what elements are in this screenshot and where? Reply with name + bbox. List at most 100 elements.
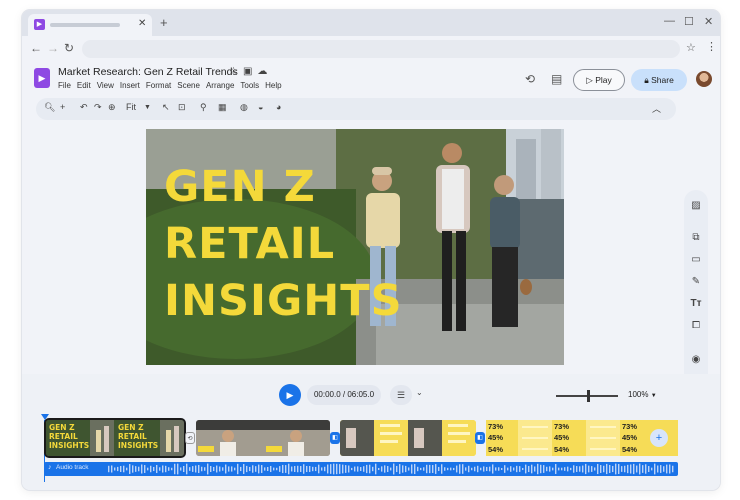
- stat-value-3: 54%: [554, 445, 570, 454]
- menu-bar: File Edit View Insert Format Scene Arrange Tool…: [58, 81, 288, 90]
- transition-icon[interactable]: ⟲: [185, 432, 195, 444]
- shapes-icon[interactable]: ⧠: [690, 320, 702, 331]
- add-icon[interactable]: +: [60, 102, 65, 112]
- tab-title-placeholder: [50, 23, 120, 27]
- folder-icon[interactable]: ▭: [690, 254, 702, 265]
- stat-bar: [590, 426, 616, 428]
- zoom-dropdown-icon: ▼: [650, 393, 657, 399]
- clip-title-line: RETAIL: [49, 432, 78, 441]
- app-header: ▶ Market Research: Gen Z Retail Trends ☆…: [22, 62, 720, 96]
- zoom-select[interactable]: Fit: [126, 102, 136, 112]
- insert-image-icon[interactable]: ▨: [690, 200, 702, 211]
- stat-value-1: 73%: [488, 422, 504, 431]
- cloud-status-icon[interactable]: ☁: [257, 66, 272, 77]
- stat-value-1: 73%: [554, 422, 570, 431]
- scene-clip-3[interactable]: [340, 420, 476, 456]
- play-button[interactable]: ▷ Play: [573, 69, 625, 91]
- scene-clip-1[interactable]: GEN Z RETAIL INSIGHTS GEN Z RETAIL INSIG…: [44, 418, 186, 458]
- menu-insert[interactable]: Insert: [120, 81, 140, 90]
- slide-title-line-3: INSIGHTS: [164, 276, 403, 326]
- reload-icon[interactable]: ↻: [64, 41, 74, 55]
- timecode-display: 00:00.0 / 06:05.0: [307, 385, 381, 405]
- zoom-icon[interactable]: ⊕: [108, 102, 116, 113]
- title-actions: ☆▣☁: [229, 66, 272, 77]
- paint-format-icon[interactable]: ⚲: [200, 102, 207, 113]
- stat-bar: [590, 437, 616, 439]
- fill-color-icon[interactable]: ◍: [240, 102, 248, 113]
- zoom-percent: 100%: [628, 390, 649, 399]
- document-title[interactable]: Market Research: Gen Z Retail Trends: [58, 66, 238, 78]
- stat-value-3: 54%: [488, 445, 504, 454]
- forward-icon[interactable]: →: [47, 41, 59, 55]
- record-icon[interactable]: ◉: [690, 354, 702, 365]
- editor-canvas: GEN Z RETAIL INSIGHTS: [22, 122, 720, 374]
- slide-title-line-1: GEN Z: [164, 162, 316, 212]
- border-color-icon[interactable]: ◒: [258, 102, 263, 112]
- script-icon[interactable]: ✎: [690, 276, 702, 287]
- minimize-icon[interactable]: —: [664, 15, 675, 27]
- share-button[interactable]: 🔒︎ Share: [631, 69, 687, 91]
- transition-icon[interactable]: ◧: [330, 432, 340, 444]
- clip-title-a: GEN Z RETAIL INSIGHTS: [49, 423, 89, 450]
- share-label: Share: [651, 75, 674, 85]
- menu-help[interactable]: Help: [265, 81, 281, 90]
- playback-bar: ▶ 00:00.0 / 06:05.0 ☰ ⌄ 100% ▼: [22, 374, 720, 414]
- vids-logo-icon[interactable]: ▶: [34, 68, 50, 88]
- avatar[interactable]: [696, 71, 712, 87]
- scene-clip-2[interactable]: [196, 420, 330, 456]
- media-library-icon[interactable]: ⧉: [690, 232, 702, 243]
- shape-style-icon[interactable]: ◕: [276, 102, 281, 112]
- audio-track[interactable]: ♪ Audio track: [44, 462, 678, 476]
- clip-title-line: RETAIL: [118, 432, 147, 441]
- menu-arrange[interactable]: Arrange: [206, 81, 234, 90]
- play-timeline-button[interactable]: ▶: [279, 384, 301, 406]
- menu-edit[interactable]: Edit: [77, 81, 91, 90]
- comments-icon[interactable]: ▤: [551, 72, 562, 86]
- clip-title-b: GEN Z RETAIL INSIGHTS: [118, 423, 158, 450]
- timeline-view-icon[interactable]: ☰: [390, 385, 412, 405]
- move-folder-icon[interactable]: ▣: [243, 66, 257, 77]
- search-icon[interactable]: 🔍︎: [44, 102, 55, 113]
- zoom-dropdown-icon[interactable]: ▼: [144, 104, 151, 111]
- chevron-down-icon[interactable]: ⌄: [416, 388, 423, 397]
- address-bar[interactable]: [82, 40, 680, 58]
- slide-title[interactable]: GEN Z RETAIL INSIGHTS: [164, 159, 404, 330]
- menu-tools[interactable]: Tools: [240, 81, 259, 90]
- add-scene-button[interactable]: +: [650, 429, 668, 447]
- browser-tab[interactable]: ▶ ✕: [28, 14, 152, 36]
- stat-value-2: 45%: [554, 433, 570, 442]
- clip-thumbnail: [196, 420, 330, 456]
- back-icon[interactable]: ←: [30, 41, 42, 55]
- browser-window: ▶ ✕ + — ☐ ✕ ← → ↻ ☆ ⋮ ▶ Market Research:…: [22, 10, 720, 490]
- maximize-icon[interactable]: ☐: [684, 15, 694, 28]
- clip-title-line: INSIGHTS: [49, 441, 90, 450]
- timeline-zoom-handle[interactable]: [587, 390, 590, 402]
- collapse-toolbar-icon[interactable]: ︿: [652, 102, 661, 115]
- background-icon[interactable]: ▦: [218, 102, 227, 113]
- undo-icon[interactable]: ↶: [80, 102, 88, 113]
- menu-format[interactable]: Format: [146, 81, 171, 90]
- star-icon[interactable]: ☆: [229, 66, 243, 77]
- transition-icon[interactable]: ◧: [475, 432, 485, 444]
- timeline: GEN Z RETAIL INSIGHTS GEN Z RETAIL INSIG…: [22, 414, 720, 490]
- redo-icon[interactable]: ↷: [94, 102, 102, 113]
- select-cursor-icon[interactable]: ↖: [162, 102, 170, 113]
- window-close-icon[interactable]: ✕: [704, 15, 713, 28]
- add-icon: +: [655, 432, 663, 444]
- stat-bar: [522, 426, 548, 428]
- stat-value-2: 45%: [622, 433, 638, 442]
- browser-menu-icon[interactable]: ⋮: [706, 40, 717, 53]
- menu-file[interactable]: File: [58, 81, 71, 90]
- tab-close-icon[interactable]: ✕: [138, 18, 146, 29]
- text-box-icon[interactable]: ⊡: [178, 102, 186, 113]
- menu-view[interactable]: View: [97, 81, 114, 90]
- timeline-zoom-select[interactable]: 100% ▼: [628, 390, 657, 399]
- new-tab-icon[interactable]: +: [160, 15, 168, 30]
- editing-toolbar: 🔍︎ + ↶ ↷ ⊕ Fit ▼ ↖ ⊡ ⚲ ▦ ◍ ◒ ◕ ︿: [36, 98, 676, 120]
- slide-preview[interactable]: GEN Z RETAIL INSIGHTS: [146, 129, 564, 365]
- bookmark-star-icon[interactable]: ☆: [686, 41, 696, 54]
- text-style-icon[interactable]: Tт: [690, 298, 702, 309]
- clip-thumbnail: [340, 420, 476, 456]
- version-history-icon[interactable]: ⟲: [525, 72, 535, 86]
- menu-scene[interactable]: Scene: [177, 81, 200, 90]
